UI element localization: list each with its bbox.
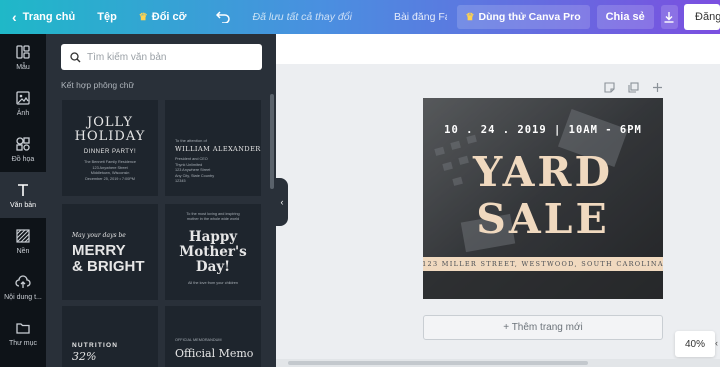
document-title[interactable]: Bài đăng Facebook bbox=[388, 0, 447, 34]
rail-item-uploads[interactable]: Nội dung t... bbox=[0, 264, 46, 310]
tile-text: OFFICIAL MEMORANDUM bbox=[175, 338, 222, 342]
section-heading: Kết hợp phông chữ bbox=[61, 80, 135, 90]
collapse-panel-button[interactable]: ‹ bbox=[276, 178, 288, 226]
design-heading-2: SALE bbox=[476, 195, 610, 243]
chevron-left-icon: ‹ bbox=[12, 9, 17, 25]
try-pro-button[interactable]: ♛ Dùng thử Canva Pro bbox=[456, 5, 590, 29]
toolbar-strip bbox=[276, 34, 720, 64]
rail-item-background[interactable]: Nền bbox=[0, 218, 46, 264]
tile-text: To the attention of bbox=[175, 138, 207, 143]
rail-item-text[interactable]: Văn bản bbox=[0, 172, 46, 218]
download-button[interactable] bbox=[660, 5, 679, 29]
upload-icon bbox=[15, 274, 31, 288]
rail-label: Văn bản bbox=[9, 201, 37, 209]
scrollbar-thumb[interactable] bbox=[288, 361, 588, 365]
file-menu-button[interactable]: Tệp bbox=[91, 0, 123, 34]
home-label: Trang chủ bbox=[22, 11, 76, 23]
font-combo-tile[interactable]: NUTRITION 32% bbox=[62, 306, 158, 367]
horizontal-scrollbar[interactable] bbox=[276, 359, 720, 367]
tile-text: May your days be bbox=[72, 232, 126, 239]
tile-text: All the love from your children bbox=[187, 281, 238, 285]
rail-item-photos[interactable]: Ảnh bbox=[0, 80, 46, 126]
tile-text: & BRIGHT bbox=[72, 258, 145, 275]
rail-item-templates[interactable]: Mẫu bbox=[0, 34, 46, 80]
tile-text: Mother's bbox=[179, 244, 247, 260]
chevron-left-icon: ‹ bbox=[280, 197, 284, 207]
crown-icon: ♛ bbox=[138, 11, 148, 23]
share-button[interactable]: Chia sẻ bbox=[596, 5, 654, 29]
panel-scrollbar[interactable] bbox=[270, 94, 274, 189]
image-icon bbox=[16, 90, 30, 105]
background-icon bbox=[16, 228, 30, 243]
left-rail: Mẫu Ảnh Đồ họa Văn bản Nền Nội dung t...… bbox=[0, 34, 46, 367]
crown-icon: ♛ bbox=[465, 11, 475, 23]
design-heading-1: YARD bbox=[472, 148, 614, 196]
tile-text: DINNER PARTY! bbox=[83, 149, 137, 155]
tile-text: Happy bbox=[188, 229, 238, 245]
tile-text: JOLLY bbox=[87, 115, 133, 130]
search-box[interactable] bbox=[61, 44, 262, 70]
shapes-icon bbox=[16, 136, 30, 151]
rail-label: Mẫu bbox=[16, 63, 30, 71]
save-status: Đã lưu tất cả thay đổi bbox=[252, 11, 352, 23]
tile-text: WILLIAM ALEXANDER bbox=[175, 145, 261, 153]
zoom-control[interactable]: 40% bbox=[675, 331, 715, 357]
search-icon bbox=[70, 51, 81, 62]
page-tools bbox=[603, 81, 663, 93]
tile-text: Day! bbox=[195, 259, 231, 275]
resize-label: Đổi cỡ bbox=[151, 11, 187, 23]
rail-item-folders[interactable]: Thư mục bbox=[0, 310, 46, 356]
try-pro-label: Dùng thử Canva Pro bbox=[478, 11, 581, 23]
rail-label: Nội dung t... bbox=[4, 293, 42, 301]
layout-icon bbox=[16, 44, 30, 59]
font-combo-tile[interactable]: May your days be MERRY & BRIGHT bbox=[62, 204, 158, 300]
text-panel: Kết hợp phông chữ JOLLY HOLIDAY DINNER P… bbox=[46, 34, 276, 367]
font-combo-tile[interactable]: To the attention of WILLIAM ALEXANDER Pr… bbox=[165, 100, 261, 196]
rail-label: Đồ họa bbox=[11, 155, 35, 163]
publish-label: Đăng bbox=[695, 11, 720, 23]
font-combo-tile[interactable]: OFFICIAL MEMORANDUM Official Memo bbox=[165, 306, 261, 367]
design-date-text: 10 . 24 . 2019 | 10AM - 6PM bbox=[444, 124, 642, 136]
add-icon[interactable] bbox=[651, 81, 663, 93]
rail-item-elements[interactable]: Đồ họa bbox=[0, 126, 46, 172]
font-combo-tile[interactable]: JOLLY HOLIDAY DINNER PARTY! The Bennett … bbox=[62, 100, 158, 196]
undo-icon bbox=[216, 11, 231, 23]
note-icon[interactable] bbox=[603, 81, 615, 93]
folder-icon bbox=[16, 322, 30, 334]
publish-button[interactable]: Đăng bbox=[684, 4, 720, 30]
undo-button[interactable] bbox=[210, 0, 236, 34]
text-icon bbox=[18, 183, 28, 196]
tile-text: December 25, 2019 • 7:00PM bbox=[85, 176, 135, 181]
rail-label: Thư mục bbox=[8, 339, 38, 347]
tile-text: 32% bbox=[72, 350, 97, 363]
duplicate-icon[interactable] bbox=[627, 81, 639, 93]
chevron-up-icon[interactable]: ‹ bbox=[715, 338, 718, 348]
home-button[interactable]: ‹ Trang chủ bbox=[0, 0, 81, 34]
design-canvas[interactable]: 10 . 24 . 2019 | 10AM - 6PM YARD SALE 12… bbox=[423, 98, 663, 299]
download-icon bbox=[664, 12, 674, 23]
tile-text: Official Memo bbox=[175, 347, 254, 360]
tile-text: NUTRITION bbox=[72, 342, 119, 349]
resize-button[interactable]: ♛ Đổi cỡ bbox=[133, 0, 193, 34]
top-bar: ‹ Trang chủ Tệp ♛ Đổi cỡ Đã lưu tất cả t… bbox=[0, 0, 720, 34]
tile-text: 12345 bbox=[175, 179, 186, 183]
rail-label: Nền bbox=[16, 247, 30, 255]
font-combo-tile[interactable]: To the most loving and inspiring mother … bbox=[165, 204, 261, 300]
design-address-band: 123 MILLER STREET, WESTWOOD, SOUTH CAROL… bbox=[423, 257, 663, 271]
tile-text: mother in the whole wide world bbox=[186, 217, 240, 221]
tile-text: HOLIDAY bbox=[74, 129, 146, 144]
add-page-button[interactable]: + Thêm trang mới bbox=[423, 315, 663, 340]
rail-label: Ảnh bbox=[16, 109, 30, 117]
search-input[interactable] bbox=[87, 51, 247, 63]
tile-text: MERRY bbox=[72, 242, 126, 259]
